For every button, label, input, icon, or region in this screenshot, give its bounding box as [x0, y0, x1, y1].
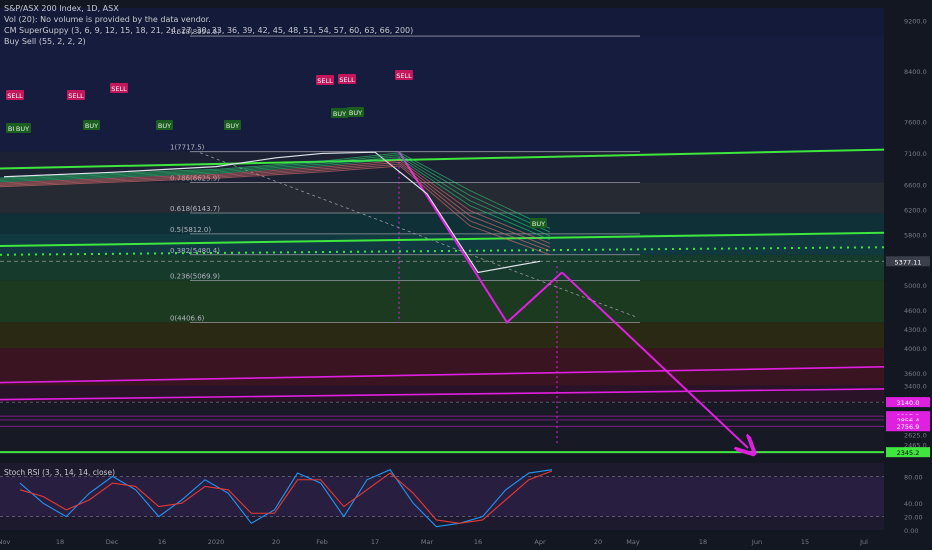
y-tick-10: 4300.0 — [904, 326, 927, 334]
x-tick-14: Jun — [751, 538, 762, 546]
stoch-title: Stoch RSI (3, 3, 14, 14, close) — [4, 468, 115, 477]
sell-signal-label-3: SELL — [317, 77, 333, 85]
buysell-indicator-label[interactable]: Buy Sell (55, 2, 2, 2) — [4, 36, 413, 47]
buy-signal-label-2: BUY — [85, 122, 98, 130]
x-tick-12: May — [626, 538, 640, 546]
x-tick-4: 2020 — [208, 538, 225, 546]
symbol-label[interactable]: S&P/ASX 200 Index, 1D, ASX — [4, 3, 413, 14]
x-tick-10: Apr — [534, 538, 546, 546]
x-tick-8: Mar — [421, 538, 434, 546]
buy-signal-label-7: BUY — [532, 220, 545, 228]
price-tag-label-4: 2756.9 — [897, 423, 920, 431]
x-tick-0: Nov — [0, 538, 10, 546]
buy-signal-label-1: BUY — [16, 125, 29, 133]
zone-band-8 — [0, 322, 884, 348]
buy-signal-label-4: BUY — [226, 122, 239, 130]
guppy-indicator-label[interactable]: CM SuperGuppy (3, 6, 9, 12, 15, 18, 21, … — [4, 25, 413, 36]
y-tick-11: 4000.0 — [904, 345, 927, 353]
zone-band-6 — [0, 254, 884, 281]
stoch-y-tick-2: 20.00 — [904, 514, 923, 522]
fib-label-7: 0(4406.6) — [170, 314, 205, 322]
sell-signal-label-4: SELL — [339, 76, 355, 84]
stoch-y-tick-3: 0.00 — [904, 527, 918, 535]
x-tick-3: 16 — [158, 538, 166, 546]
y-tick-0: 9200.0 — [904, 18, 927, 26]
zone-band-11 — [0, 402, 884, 455]
x-tick-6: Feb — [316, 538, 328, 546]
y-tick-16: 2625.0 — [904, 432, 927, 440]
sell-signal-label-1: SELL — [68, 92, 84, 100]
x-tick-1: 18 — [56, 538, 64, 546]
buy-signal-label-5: BUY — [333, 110, 346, 118]
price-axis — [884, 0, 932, 550]
price-tag-label-0: 5377.11 — [895, 258, 922, 266]
volume-indicator-label[interactable]: Vol (20): No volume is provided by the d… — [4, 14, 413, 25]
y-tick-5: 6200.0 — [904, 206, 927, 214]
x-tick-15: 15 — [801, 538, 809, 546]
y-tick-13: 3400.0 — [904, 383, 927, 391]
zone-band-1 — [0, 36, 884, 152]
sell-signal-label-2: SELL — [111, 85, 127, 93]
x-tick-7: 17 — [371, 538, 379, 546]
fib-label-6: 0.236(5069.9) — [170, 273, 220, 281]
y-tick-2: 7600.0 — [904, 118, 927, 126]
x-tick-11: 20 — [594, 538, 602, 546]
y-tick-12: 3600.0 — [904, 370, 927, 378]
y-tick-3: 7100.0 — [904, 150, 927, 158]
y-tick-1: 8400.0 — [904, 68, 927, 76]
y-tick-9: 4600.0 — [904, 307, 927, 315]
buy-signal-label-6: BUY — [349, 109, 362, 117]
chart-legend: S&P/ASX 200 Index, 1D, ASX Vol (20): No … — [4, 3, 413, 47]
tradingview-chart[interactable]: 1.618(8954.6)1(7717.5)0.786(6625.9)0.618… — [0, 0, 932, 550]
x-tick-9: 16 — [474, 538, 482, 546]
y-tick-6: 5800.0 — [904, 232, 927, 240]
price-tag-label-5: 2345.2 — [897, 449, 920, 457]
x-tick-13: 18 — [699, 538, 707, 546]
price-tag-label-1: 3140.0 — [897, 399, 920, 407]
stoch-y-tick-1: 40.00 — [904, 500, 923, 508]
x-tick-16: Jul — [859, 538, 868, 546]
x-tick-5: 20 — [272, 538, 280, 546]
y-tick-4: 6600.0 — [904, 181, 927, 189]
x-tick-2: Dec — [106, 538, 119, 546]
fib-label-5: 0.382(5480.4) — [170, 247, 220, 255]
stoch-band — [0, 476, 884, 517]
fib-label-1: 1(7717.5) — [170, 144, 205, 152]
stoch-y-tick-0: 80.00 — [904, 473, 923, 481]
buy-signal-label-3: BUY — [158, 122, 171, 130]
fib-label-3: 0.618(6143.7) — [170, 205, 220, 213]
y-tick-8: 5000.0 — [904, 282, 927, 290]
zone-band-7 — [0, 280, 884, 323]
sell-signal-label-5: SELL — [396, 72, 412, 80]
sell-signal-label-0: SELL — [7, 92, 23, 100]
fib-label-4: 0.5(5812.0) — [170, 226, 211, 234]
